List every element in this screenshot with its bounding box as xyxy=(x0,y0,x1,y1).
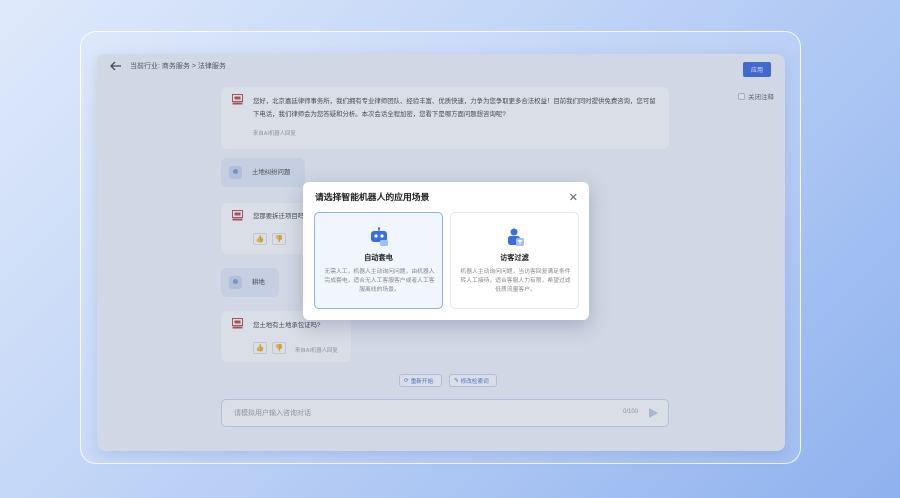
visitor-filter-icon xyxy=(508,228,524,246)
robot-icon xyxy=(371,227,388,246)
scenario-card-auto-lead[interactable]: 自动套电 无需人工，机器人主动询问问题，由机器人完成套电，适合无人工客服客户或者… xyxy=(314,212,443,309)
card-title: 自动套电 xyxy=(364,253,393,262)
modal-title: 请选择智能机器人的应用场景 xyxy=(315,192,430,202)
close-icon[interactable]: ✕ xyxy=(569,193,578,204)
card-title: 访客过滤 xyxy=(500,253,529,262)
scenario-modal: 请选择智能机器人的应用场景 ✕ 自动套电 无需人工，机器人主动询问问题，由机器人… xyxy=(303,182,589,320)
card-description: 机器人主动询问问题，当访客回复满足条件转人工接待，适合客服人力有限，希望过滤低质… xyxy=(460,269,571,293)
card-description: 无需人工，机器人主动询问问题，由机器人完成套电，适合无人工客服客户或者人工客服离… xyxy=(324,269,435,293)
scenario-card-visitor-filter[interactable]: 访客过滤 机器人主动询问问题，当访客回复满足条件转人工接待，适合客服人力有限，希… xyxy=(450,212,579,309)
